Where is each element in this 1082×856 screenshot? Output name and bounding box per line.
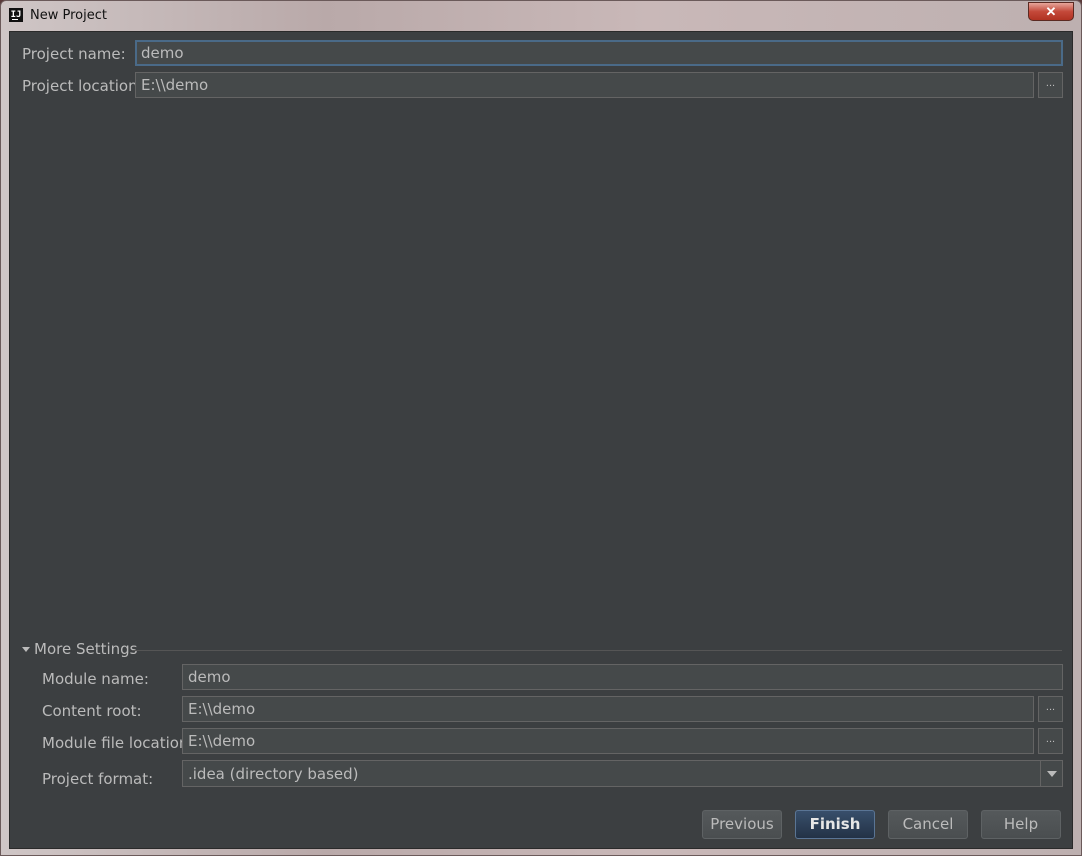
chevron-down-icon[interactable] <box>1040 761 1062 786</box>
help-button[interactable]: Help <box>981 810 1061 839</box>
more-settings-title: More Settings <box>34 640 138 658</box>
new-project-dialog: IJ New Project ✕ Project name: Project l… <box>0 0 1082 856</box>
ellipsis-icon: ... <box>1045 733 1056 745</box>
ellipsis-icon: ... <box>1045 77 1056 89</box>
project-name-label: Project name: <box>22 45 126 63</box>
project-location-label: Project location: <box>22 77 143 95</box>
module-file-location-browse-button[interactable]: ... <box>1038 728 1063 754</box>
dialog-content: Project name: Project location: ... More… <box>9 31 1073 849</box>
close-button[interactable]: ✕ <box>1028 2 1074 21</box>
cancel-button[interactable]: Cancel <box>888 810 968 839</box>
triangle-down-icon <box>22 647 30 652</box>
project-format-label: Project format: <box>42 770 154 788</box>
project-name-input[interactable] <box>135 40 1063 66</box>
previous-button[interactable]: Previous <box>702 810 782 839</box>
module-file-location-input[interactable] <box>182 728 1034 754</box>
content-root-label: Content root: <box>42 702 142 720</box>
section-divider <box>132 650 1062 651</box>
project-format-value: .idea (directory based) <box>188 765 359 783</box>
close-icon: ✕ <box>1045 4 1057 19</box>
window-title: New Project <box>30 8 107 23</box>
content-root-browse-button[interactable]: ... <box>1038 696 1063 722</box>
project-location-input[interactable] <box>135 72 1034 98</box>
module-file-location-label: Module file location: <box>42 734 194 752</box>
module-name-label: Module name: <box>42 670 149 688</box>
intellij-logo-icon: IJ <box>9 8 23 22</box>
module-name-input[interactable] <box>182 664 1063 690</box>
ellipsis-icon: ... <box>1045 701 1056 713</box>
project-location-browse-button[interactable]: ... <box>1038 72 1063 98</box>
content-root-input[interactable] <box>182 696 1034 722</box>
title-bar[interactable]: IJ New Project ✕ <box>1 1 1081 31</box>
more-settings-toggle[interactable]: More Settings <box>20 640 1062 660</box>
finish-button[interactable]: Finish <box>795 810 875 839</box>
project-format-select[interactable]: .idea (directory based) <box>182 760 1063 787</box>
